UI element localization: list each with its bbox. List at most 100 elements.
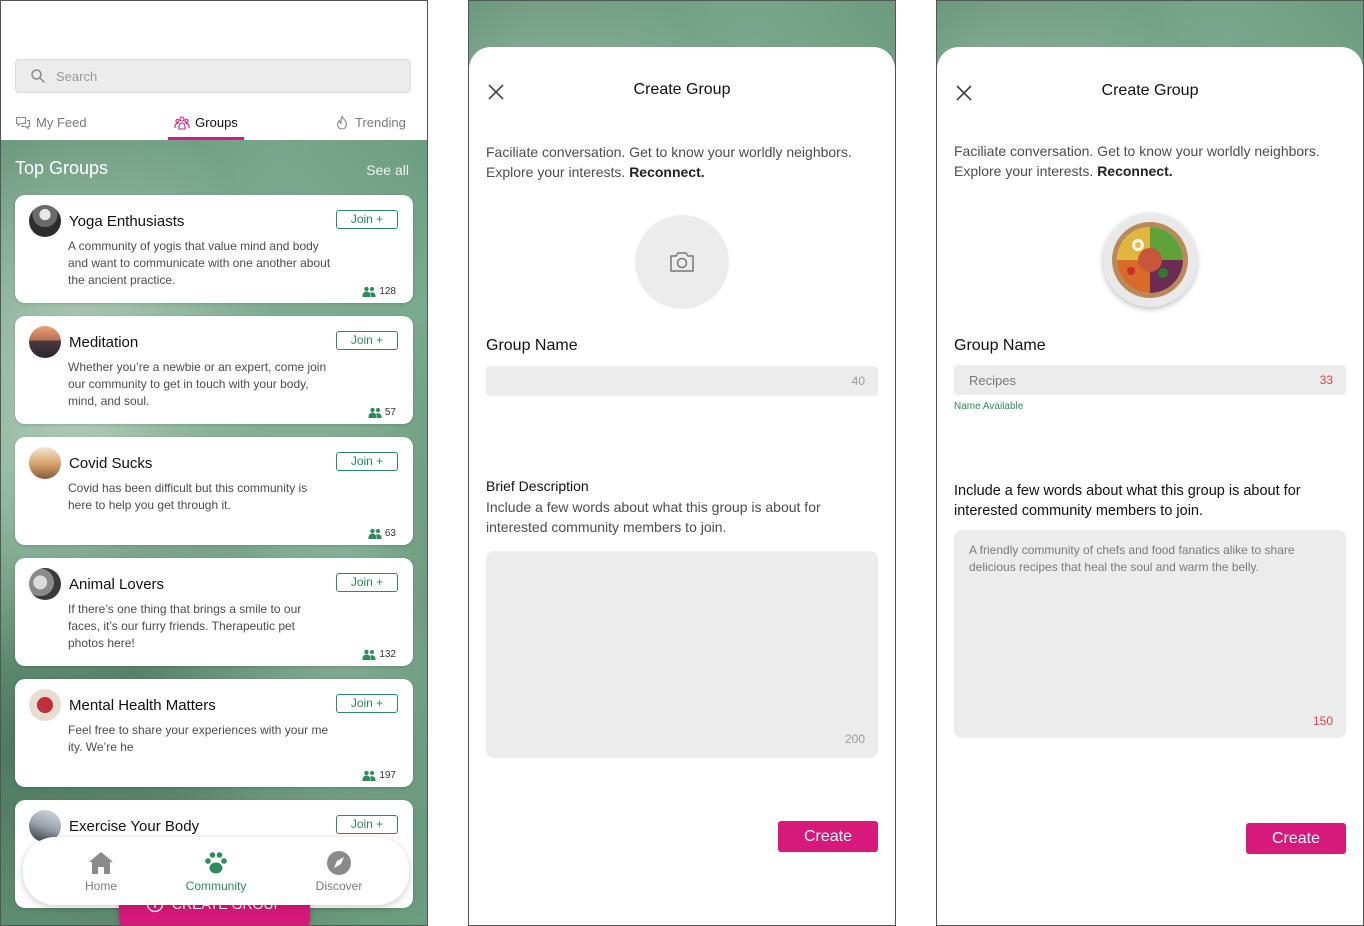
member-count: 128 xyxy=(362,286,396,297)
join-button[interactable]: Join + xyxy=(336,694,398,713)
description-field[interactable]: A friendly community of chefs and food f… xyxy=(954,530,1346,738)
paw-icon xyxy=(205,852,227,874)
tab-trending[interactable]: Trending xyxy=(334,115,406,140)
sheet-intro: Faciliate conversation. Get to know your… xyxy=(486,142,856,182)
chat-bubbles-icon xyxy=(15,116,31,130)
group-name: Exercise Your Body xyxy=(69,818,200,835)
salad-bowl-image xyxy=(1112,222,1188,298)
section-title: Top Groups xyxy=(15,158,109,178)
groups-feed: Top Groups See all Yoga Enthusiasts Join… xyxy=(1,140,427,925)
member-count: 63 xyxy=(368,528,396,539)
join-button[interactable]: Join + xyxy=(336,573,398,592)
create-group-sheet: Create Group Faciliate conversation. Get… xyxy=(469,47,895,925)
member-count: 132 xyxy=(362,649,396,660)
compass-icon xyxy=(327,851,351,875)
description-value: A friendly community of chefs and food f… xyxy=(969,543,1295,574)
member-count: 197 xyxy=(362,770,396,781)
group-description: A community of yogis that value mind and… xyxy=(68,239,331,287)
tab-groups[interactable]: Groups xyxy=(168,115,244,140)
tab-label: Trending xyxy=(355,115,406,130)
create-button[interactable]: Create xyxy=(778,821,878,852)
group-avatar xyxy=(29,568,61,600)
photo-upload[interactable] xyxy=(635,215,729,309)
group-card[interactable]: Meditation Join + Whether you’re a newbi… xyxy=(15,316,413,424)
create-group-sheet: Create Group Faciliate conversation. Get… xyxy=(937,47,1363,925)
flame-icon xyxy=(336,115,348,130)
home-icon xyxy=(89,852,113,874)
group-name-char-count: 40 xyxy=(851,374,865,388)
intro-bold: Reconnect. xyxy=(629,164,705,180)
sheet-intro: Faciliate conversation. Get to know your… xyxy=(954,141,1324,181)
nav-home[interactable]: Home xyxy=(56,849,146,893)
group-name: Animal Lovers xyxy=(69,576,165,593)
join-button[interactable]: Join + xyxy=(336,452,398,471)
members-icon xyxy=(368,528,382,539)
member-count-value: 197 xyxy=(379,770,396,781)
group-card[interactable]: Mental Health Matters Join + Feel free t… xyxy=(15,679,413,787)
nav-label: Discover xyxy=(315,879,363,893)
member-count-value: 132 xyxy=(379,649,396,660)
group-avatar xyxy=(29,326,61,358)
description-help: Include a few words about what this grou… xyxy=(486,499,821,535)
feed-header: Search My Feed Groups Trending xyxy=(1,1,427,140)
group-name: Covid Sucks xyxy=(69,455,153,472)
member-count-value: 128 xyxy=(379,286,396,297)
group-photo[interactable] xyxy=(1103,213,1197,307)
search-icon xyxy=(31,69,45,83)
join-button[interactable]: Join + xyxy=(336,815,398,834)
create-group-screen-filled: Create Group Faciliate conversation. Get… xyxy=(936,0,1364,926)
member-count-value: 57 xyxy=(384,407,396,418)
group-name-field[interactable]: 40 xyxy=(486,366,878,396)
see-all-link[interactable]: See all xyxy=(366,162,409,178)
tab-my-feed[interactable]: My Feed xyxy=(15,115,87,140)
group-description: Whether you’re a newbie or an expert, co… xyxy=(68,360,327,408)
group-name: Meditation xyxy=(69,334,139,351)
description-help: Include a few words about what this grou… xyxy=(954,483,1301,519)
group-name: Mental Health Matters xyxy=(69,697,216,714)
group-name-field[interactable]: Recipes 33 xyxy=(954,365,1346,395)
group-name: Yoga Enthusiasts xyxy=(69,213,185,230)
join-button[interactable]: Join + xyxy=(336,331,398,350)
members-icon xyxy=(362,286,376,297)
sheet-title: Create Group xyxy=(1101,82,1199,99)
search-input[interactable]: Search xyxy=(15,59,411,93)
group-name-label: Group Name xyxy=(954,337,1046,354)
group-name-label: Group Name xyxy=(486,337,578,354)
description-label: Brief Description xyxy=(486,478,589,494)
group-card[interactable]: Animal Lovers Join + If there’s one thin… xyxy=(15,558,413,666)
group-avatar xyxy=(29,205,61,237)
tab-label: My Feed xyxy=(36,115,87,130)
description-char-count: 150 xyxy=(1312,714,1333,728)
members-icon xyxy=(362,649,376,660)
group-card[interactable]: Yoga Enthusiasts Join + A community of y… xyxy=(15,195,413,303)
camera-icon xyxy=(670,252,694,272)
tab-label: Groups xyxy=(195,115,238,130)
group-card[interactable]: Covid Sucks Join + Covid has been diffic… xyxy=(15,437,413,545)
nav-discover[interactable]: Discover xyxy=(294,849,384,893)
group-name-value: Recipes xyxy=(969,373,1016,388)
name-available-status: Name Available xyxy=(954,401,1024,412)
description-char-count: 200 xyxy=(844,732,865,746)
description-field[interactable]: 200 xyxy=(486,551,878,758)
member-count: 57 xyxy=(368,407,396,418)
nav-label: Home xyxy=(84,879,117,893)
search-placeholder: Search xyxy=(56,69,98,84)
group-avatar xyxy=(29,689,61,721)
community-screen: Search My Feed Groups Trending Top Group… xyxy=(0,0,428,926)
group-description: Covid has been difficult but this commun… xyxy=(68,481,308,512)
create-group-screen-empty: Create Group Faciliate conversation. Get… xyxy=(468,0,896,926)
bottom-nav: Home Community Discover xyxy=(23,837,409,905)
group-avatar xyxy=(29,447,61,479)
join-button[interactable]: Join + xyxy=(336,210,398,229)
members-icon xyxy=(368,407,382,418)
group-name-char-count: 33 xyxy=(1319,373,1333,387)
people-group-icon xyxy=(174,116,190,130)
nav-label: Community xyxy=(185,879,247,893)
sheet-title: Create Group xyxy=(633,81,731,98)
intro-bold: Reconnect. xyxy=(1097,163,1173,179)
members-icon xyxy=(362,770,376,781)
member-count-value: 63 xyxy=(384,528,396,539)
group-description: Feel free to share your experiences with… xyxy=(68,723,329,754)
create-button[interactable]: Create xyxy=(1246,823,1346,854)
nav-community[interactable]: Community xyxy=(171,849,261,893)
